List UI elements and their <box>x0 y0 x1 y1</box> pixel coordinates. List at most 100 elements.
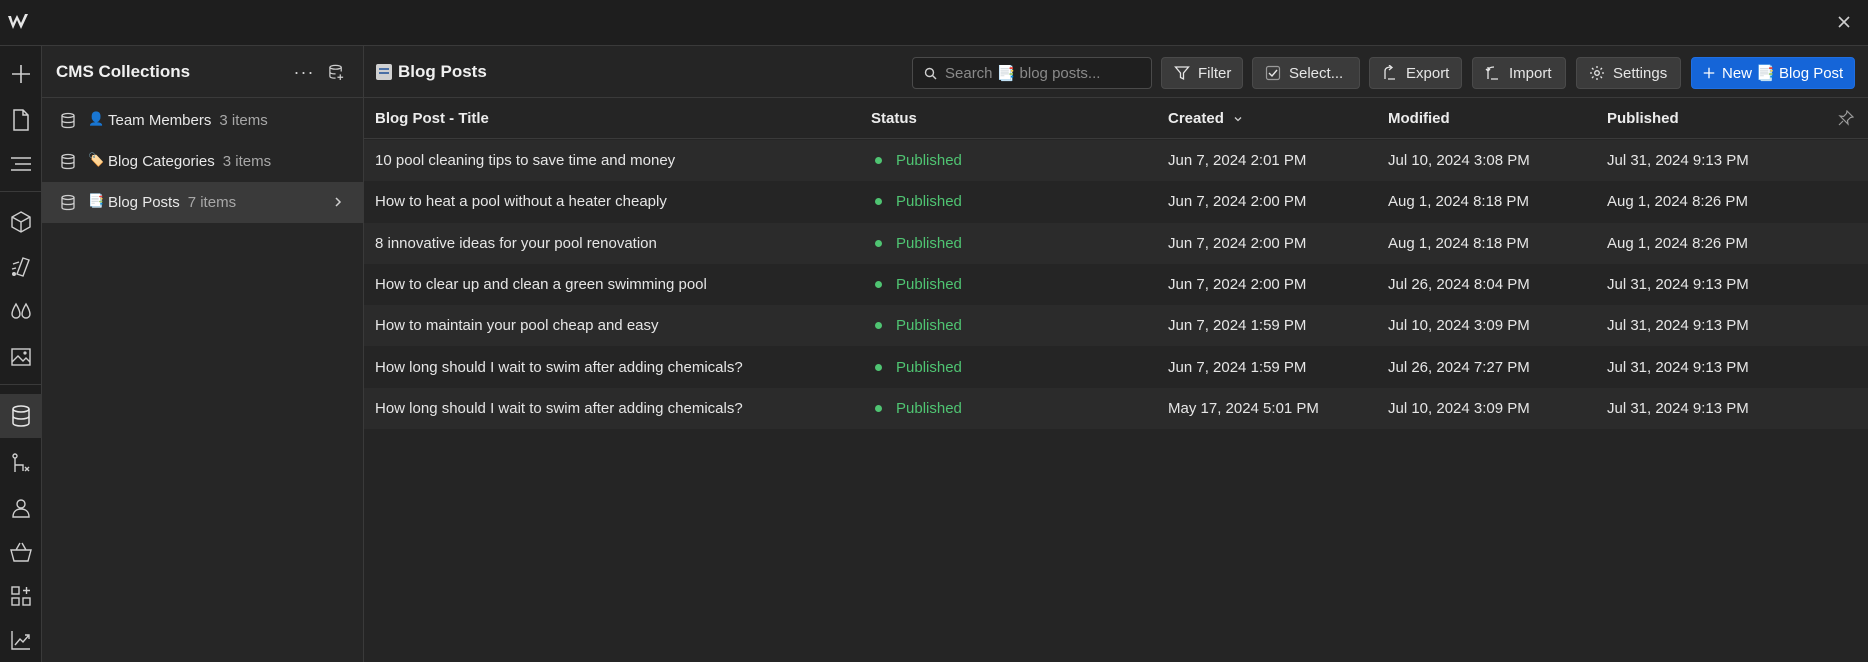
cell-created: Jun 7, 2024 2:00 PM <box>1168 234 1307 252</box>
table-row[interactable]: 8 innovative ideas for your pool renovat… <box>364 222 1868 264</box>
search-input[interactable] <box>945 64 1141 82</box>
cell-modified: Jul 26, 2024 7:27 PM <box>1388 358 1530 376</box>
column-header-modified[interactable]: Modified <box>1388 110 1450 127</box>
table-row[interactable]: How to maintain your pool cheap and easy… <box>364 305 1868 347</box>
status-dot <box>875 322 882 330</box>
checkbox-icon <box>1265 65 1281 81</box>
status-dot <box>875 404 882 412</box>
filter-icon <box>1174 66 1190 81</box>
column-header-status[interactable]: Status <box>871 110 917 127</box>
collection-emoji: 🏷️ <box>88 152 105 167</box>
close-icon[interactable] <box>1834 12 1854 32</box>
chevron-right-icon <box>335 197 342 207</box>
webflow-logo-icon[interactable] <box>6 10 34 34</box>
cell-published: Aug 1, 2024 8:26 PM <box>1607 234 1748 252</box>
logic-icon[interactable] <box>5 448 37 480</box>
cms-icon[interactable] <box>0 394 42 438</box>
style-icon[interactable] <box>5 251 37 283</box>
column-header-created[interactable]: Created <box>1168 110 1244 127</box>
main-panel: Blog Posts Filter Select... Export Impor… <box>364 46 1868 662</box>
new-blog-post-button[interactable]: New 📑 Blog Post <box>1691 57 1855 89</box>
table-row[interactable]: 10 pool cleaning tips to save time and m… <box>364 140 1868 181</box>
more-options-icon[interactable]: ··· <box>292 60 316 84</box>
cell-created: Jun 7, 2024 2:00 PM <box>1168 275 1307 293</box>
status-dot <box>875 363 882 371</box>
status-badge: Published <box>871 235 962 252</box>
table-row[interactable]: How long should I wait to swim after add… <box>364 387 1868 429</box>
status-badge: Published <box>871 317 962 334</box>
cell-title: How to heat a pool without a heater chea… <box>375 193 667 211</box>
collection-emoji: 📑 <box>88 193 105 208</box>
collection-count: 3 items <box>219 112 268 129</box>
collection-name: Team Members <box>108 112 212 129</box>
table-row[interactable]: How long should I wait to swim after add… <box>364 347 1868 388</box>
cell-modified: Aug 1, 2024 8:18 PM <box>1388 234 1529 252</box>
gear-icon <box>1590 66 1604 80</box>
components-icon[interactable] <box>5 206 37 238</box>
collection-name: Blog Posts <box>108 194 180 211</box>
cell-modified: Jul 26, 2024 8:04 PM <box>1388 275 1530 293</box>
collection-count: 3 items <box>222 153 272 170</box>
cell-title: How long should I wait to swim after add… <box>375 399 743 417</box>
table-header: Blog Post - Title Status Created Modifie… <box>364 98 1868 139</box>
collection-item-blog-categories[interactable]: 🏷️ Blog Categories 3 items <box>42 141 364 182</box>
top-bar <box>0 0 1868 46</box>
cell-modified: Jul 10, 2024 3:09 PM <box>1388 317 1530 335</box>
cell-created: May 17, 2024 5:01 PM <box>1168 399 1319 417</box>
collection-emoji: 👤 <box>88 111 105 126</box>
page-title: Blog Posts <box>398 62 487 81</box>
status-badge: Published <box>871 276 962 293</box>
status-badge: Published <box>871 400 962 417</box>
import-button[interactable]: Import <box>1472 57 1566 89</box>
navigator-icon[interactable] <box>5 148 37 180</box>
select-button[interactable]: Select... <box>1252 57 1360 89</box>
database-icon <box>61 112 75 129</box>
search-box <box>912 57 1152 89</box>
cms-collections-sidebar: CMS Collections ··· 👤 Team Members 3 item… <box>42 46 364 662</box>
cell-title: How to clear up and clean a green swimmi… <box>375 275 707 293</box>
add-collection-icon[interactable] <box>324 60 348 84</box>
cell-published: Aug 1, 2024 8:26 PM <box>1607 193 1748 211</box>
cell-modified: Jul 10, 2024 3:08 PM <box>1388 152 1530 169</box>
sidebar-header: CMS Collections ··· <box>42 46 364 98</box>
status-dot <box>875 239 882 247</box>
collection-item-team-members[interactable]: 👤 Team Members 3 items <box>42 100 364 141</box>
assets-icon[interactable] <box>5 341 37 373</box>
status-dot <box>875 198 882 206</box>
chevron-down-icon <box>1234 116 1242 121</box>
add-icon <box>1703 67 1715 79</box>
database-icon <box>61 153 75 170</box>
status-badge: Published <box>871 152 962 169</box>
cell-created: Jun 7, 2024 1:59 PM <box>1168 358 1307 376</box>
column-header-published[interactable]: Published <box>1607 110 1679 127</box>
users-icon[interactable] <box>5 492 37 524</box>
cell-created: Jun 7, 2024 2:00 PM <box>1168 193 1307 211</box>
cell-title: How to maintain your pool cheap and easy <box>375 317 659 335</box>
variables-icon[interactable] <box>5 296 37 328</box>
export-button[interactable]: Export <box>1369 57 1462 89</box>
add-icon[interactable] <box>5 58 37 90</box>
collection-name: Blog Categories <box>108 153 215 170</box>
cell-published: Jul 31, 2024 9:13 PM <box>1607 358 1749 376</box>
apps-icon[interactable] <box>5 580 37 612</box>
cell-title: 10 pool cleaning tips to save time and m… <box>375 152 676 169</box>
table-row[interactable]: How to heat a pool without a heater chea… <box>364 181 1868 222</box>
import-icon <box>1485 66 1498 80</box>
status-dot <box>875 157 882 164</box>
page-icon[interactable] <box>5 104 37 136</box>
status-badge: Published <box>871 193 962 210</box>
left-rail <box>0 46 42 662</box>
document-icon <box>376 64 392 80</box>
filter-button[interactable]: Filter <box>1161 57 1243 89</box>
column-header-title[interactable]: Blog Post - Title <box>375 110 489 127</box>
search-icon <box>924 67 937 80</box>
cell-published: Jul 31, 2024 9:13 PM <box>1607 152 1749 169</box>
settings-button[interactable]: Settings <box>1576 57 1681 89</box>
ecommerce-icon[interactable] <box>5 536 37 568</box>
cell-created: Jun 7, 2024 2:01 PM <box>1168 152 1307 169</box>
table-row[interactable]: How to clear up and clean a green swimmi… <box>364 264 1868 305</box>
export-icon <box>1384 65 1395 80</box>
analytics-icon[interactable] <box>5 624 37 656</box>
pin-icon[interactable] <box>1838 110 1854 126</box>
collection-item-blog-posts[interactable]: 📑 Blog Posts 7 items <box>42 182 364 223</box>
